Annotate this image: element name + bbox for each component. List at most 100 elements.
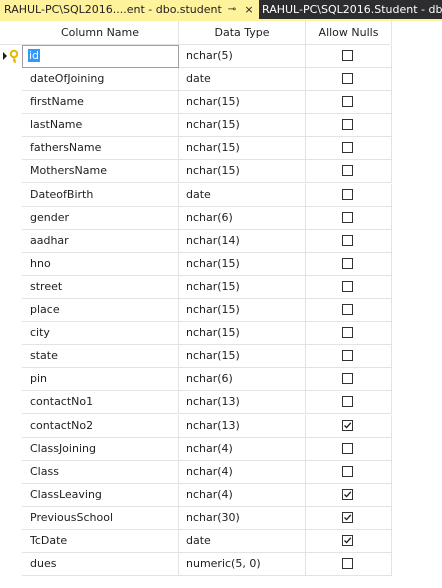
table-row[interactable]: id nchar(5)	[0, 45, 442, 68]
allow-nulls-checkbox[interactable]	[342, 373, 353, 385]
allow-nulls-checkbox[interactable]	[342, 257, 353, 269]
data-type-cell[interactable]: nchar(6)	[179, 206, 306, 230]
allow-nulls-checkbox[interactable]	[342, 442, 353, 454]
allow-nulls-checkbox[interactable]	[342, 534, 353, 546]
column-name-cell[interactable]: hno	[22, 252, 179, 276]
allow-nulls-checkbox[interactable]	[342, 188, 353, 200]
column-name-cell[interactable]: firstName	[22, 91, 179, 115]
data-type-cell[interactable]: nchar(15)	[179, 160, 306, 184]
column-name-cell[interactable]: pin	[22, 368, 179, 392]
allow-nulls-checkbox[interactable]	[342, 211, 353, 223]
data-type-cell[interactable]: numeric(5, 0)	[179, 553, 306, 577]
table-row[interactable]: PreviousSchool nchar(30)	[0, 506, 442, 530]
column-name-cell[interactable]: fathersName	[22, 137, 179, 161]
table-row[interactable]: DateofBirth date	[0, 183, 442, 207]
allow-nulls-checkbox[interactable]	[342, 511, 353, 523]
data-type-cell[interactable]: date	[179, 183, 306, 207]
pin-icon[interactable]: ⊸	[226, 0, 238, 19]
data-type-cell[interactable]: nchar(4)	[179, 460, 306, 484]
table-row[interactable]: aadhar nchar(14)	[0, 229, 442, 253]
data-type-cell[interactable]: date	[179, 68, 306, 92]
data-type-cell[interactable]: nchar(15)	[179, 345, 306, 369]
data-type-cell[interactable]: nchar(15)	[179, 114, 306, 138]
table-row[interactable]: lastName nchar(15)	[0, 114, 442, 138]
table-row[interactable]: ClassLeaving nchar(4)	[0, 483, 442, 507]
data-type-cell[interactable]: nchar(30)	[179, 506, 306, 530]
table-row[interactable]: hno nchar(15)	[0, 252, 442, 276]
data-type-cell[interactable]: nchar(15)	[179, 299, 306, 323]
column-name-cell[interactable]: Class	[22, 460, 179, 484]
column-name-cell[interactable]: TcDate	[22, 529, 179, 553]
column-name-cell[interactable]: dues	[22, 553, 179, 577]
column-name-cell[interactable]: PreviousSchool	[22, 506, 179, 530]
allow-nulls-checkbox[interactable]	[342, 50, 353, 61]
column-name-cell[interactable]: MothersName	[22, 160, 179, 184]
table-row[interactable]: ClassJoining nchar(4)	[0, 437, 442, 461]
column-name-cell[interactable]: gender	[22, 206, 179, 230]
allow-nulls-checkbox[interactable]	[342, 488, 353, 500]
allow-nulls-checkbox[interactable]	[342, 419, 353, 431]
table-row[interactable]: dateOfJoining date	[0, 68, 442, 92]
allow-nulls-checkbox[interactable]	[342, 396, 353, 408]
column-name-cell[interactable]: place	[22, 299, 179, 323]
column-name-cell[interactable]: city	[22, 322, 179, 346]
allow-nulls-checkbox[interactable]	[342, 119, 353, 131]
data-type-cell[interactable]: nchar(6)	[179, 368, 306, 392]
column-name-cell[interactable]: lastName	[22, 114, 179, 138]
allow-nulls-checkbox[interactable]	[342, 234, 353, 246]
data-type-header[interactable]: Data Type	[179, 21, 306, 44]
table-row[interactable]: contactNo1 nchar(13)	[0, 391, 442, 415]
data-type-cell[interactable]: nchar(13)	[179, 414, 306, 438]
allow-nulls-checkbox[interactable]	[342, 327, 353, 339]
table-row[interactable]: pin nchar(6)	[0, 368, 442, 392]
column-name-cell[interactable]: state	[22, 345, 179, 369]
data-type-cell[interactable]: nchar(4)	[179, 483, 306, 507]
table-row[interactable]: state nchar(15)	[0, 345, 442, 369]
allow-nulls-checkbox[interactable]	[342, 558, 353, 570]
table-row[interactable]: firstName nchar(15)	[0, 91, 442, 115]
allow-nulls-checkbox[interactable]	[342, 280, 353, 292]
table-row[interactable]: fathersName nchar(15)	[0, 137, 442, 161]
allow-nulls-checkbox[interactable]	[342, 142, 353, 154]
data-type-cell[interactable]: nchar(15)	[179, 275, 306, 299]
data-type-cell[interactable]: nchar(14)	[179, 229, 306, 253]
data-type-cell[interactable]: date	[179, 529, 306, 553]
allow-nulls-checkbox[interactable]	[342, 465, 353, 477]
table-row[interactable]: Class nchar(4)	[0, 460, 442, 484]
close-icon[interactable]: ×	[243, 0, 255, 19]
allow-nulls-checkbox[interactable]	[342, 73, 353, 85]
tab-dbo-student[interactable]: RAHUL-PC\SQL2016....ent - dbo.student ⊸ …	[0, 0, 259, 19]
data-type-cell[interactable]: nchar(15)	[179, 322, 306, 346]
table-row[interactable]: MothersName nchar(15)	[0, 160, 442, 184]
allow-nulls-checkbox[interactable]	[342, 165, 353, 177]
column-name-cell[interactable]: dateOfJoining	[22, 68, 179, 92]
table-row[interactable]: dues numeric(5, 0)	[0, 553, 442, 577]
data-type-cell[interactable]: nchar(4)	[179, 437, 306, 461]
table-row[interactable]: street nchar(15)	[0, 275, 442, 299]
column-name-cell[interactable]: DateofBirth	[22, 183, 179, 207]
column-name-cell[interactable]: id	[22, 45, 179, 68]
allow-nulls-checkbox[interactable]	[342, 350, 353, 362]
column-name-cell[interactable]: contactNo2	[22, 414, 179, 438]
table-row[interactable]: city nchar(15)	[0, 322, 442, 346]
column-name-cell[interactable]: contactNo1	[22, 391, 179, 415]
allow-nulls-checkbox[interactable]	[342, 304, 353, 316]
allow-nulls-header[interactable]: Allow Nulls	[306, 21, 392, 44]
column-name-cell[interactable]: ClassJoining	[22, 437, 179, 461]
tab-student-query[interactable]: RAHUL-PC\SQL2016.Student - db	[262, 0, 442, 19]
data-type-cell[interactable]: nchar(13)	[179, 391, 306, 415]
table-row[interactable]: gender nchar(6)	[0, 206, 442, 230]
grid-rows: id nchar(5) dateOfJoining date firstName ncha…	[0, 45, 442, 577]
column-name-cell[interactable]: aadhar	[22, 229, 179, 253]
data-type-cell[interactable]: nchar(15)	[179, 137, 306, 161]
data-type-cell[interactable]: nchar(5)	[179, 45, 306, 68]
table-row[interactable]: contactNo2 nchar(13)	[0, 414, 442, 438]
table-row[interactable]: place nchar(15)	[0, 299, 442, 323]
data-type-cell[interactable]: nchar(15)	[179, 252, 306, 276]
allow-nulls-checkbox[interactable]	[342, 96, 353, 108]
column-name-header[interactable]: Column Name	[22, 21, 179, 44]
column-name-cell[interactable]: ClassLeaving	[22, 483, 179, 507]
data-type-cell[interactable]: nchar(15)	[179, 91, 306, 115]
column-name-cell[interactable]: street	[22, 275, 179, 299]
table-row[interactable]: TcDate date	[0, 529, 442, 553]
